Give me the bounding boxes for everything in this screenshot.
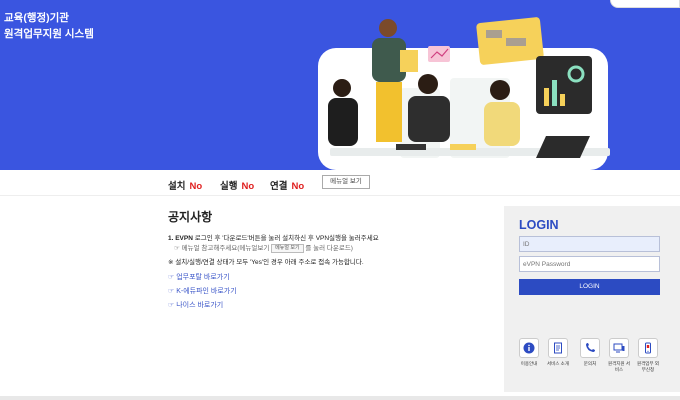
- notice-line-3: ※ 설치/실행/연결 상태가 모두 'Yes'인 경우 아래 주소로 접속 가능…: [168, 259, 364, 266]
- footer-divider: [0, 396, 680, 400]
- service-intro[interactable]: 서비스 소개: [545, 338, 571, 367]
- status-bar: 설치 No 실행 No 연결 No 메뉴얼 보기: [0, 170, 680, 196]
- notice-line-2: ☞ 메뉴얼 참고해주세요(메뉴얼보기 메뉴얼 보기 를 눌러 다운로드): [174, 244, 353, 253]
- login-button[interactable]: LOGIN: [519, 279, 660, 295]
- service-external-apply-label: 원격업무 외부신청: [637, 361, 659, 372]
- team-illustration: [318, 17, 610, 170]
- notice-line-2-suffix: 를 눌러 다운로드): [303, 245, 353, 253]
- system-title: 원격업무지원 시스템: [4, 28, 94, 40]
- header-banner: 교육(행정)기관 원격업무지원 시스템: [0, 0, 680, 170]
- phone-icon: [580, 338, 600, 358]
- run-value: No: [241, 181, 255, 192]
- run-label: 실행: [220, 181, 238, 192]
- notice-line-2-prefix: ☞ 메뉴얼 참고해주세요(메뉴얼보기: [174, 245, 272, 253]
- login-panel: LOGIN LOGIN 이용안내 서비스 소개 문의처 원격지원 서비스 원격업…: [504, 206, 680, 392]
- service-contact[interactable]: 문의처: [577, 338, 603, 367]
- neis-link[interactable]: ☞ 나이스 바로가기: [168, 300, 223, 310]
- notice-title: 공지사항: [168, 210, 213, 224]
- notice-line-1: 1. EVPN 로그인 후 '다운로드'버튼을 눌러 설치하신 후 VPN실행을…: [168, 234, 379, 243]
- connect-status: 연결 No: [270, 178, 304, 192]
- password-input[interactable]: [519, 256, 660, 272]
- service-intro-label: 서비스 소개: [547, 361, 569, 366]
- login-title: LOGIN: [519, 218, 559, 232]
- remote-support-icon: [609, 338, 629, 358]
- id-input[interactable]: [519, 236, 660, 252]
- install-label: 설치: [168, 181, 186, 192]
- service-remote-support-label: 원격지원 서비스: [608, 361, 630, 372]
- service-contact-label: 문의처: [583, 361, 597, 366]
- install-status: 설치 No: [168, 178, 202, 192]
- install-value: No: [189, 181, 203, 192]
- info-icon: [519, 338, 539, 358]
- inline-manual-button[interactable]: 메뉴얼 보기: [271, 244, 304, 253]
- notice-line-1-prefix: 1. EVPN: [168, 235, 195, 242]
- org-title: 교육(행정)기관: [4, 12, 69, 24]
- mobile-apply-icon: [638, 338, 658, 358]
- service-external-apply[interactable]: 원격업무 외부신청: [635, 338, 661, 373]
- service-guide-label: 이용안내: [520, 361, 538, 366]
- connect-label: 연결: [270, 181, 288, 192]
- run-status: 실행 No: [220, 178, 254, 192]
- portal-link[interactable]: ☞ 업무포탈 바로가기: [168, 272, 230, 282]
- top-tab[interactable]: [610, 0, 680, 8]
- manual-view-button[interactable]: 메뉴얼 보기: [322, 175, 370, 189]
- notice-line-1-text: 로그인 후 '다운로드'버튼을 눌러 설치하신 후 VPN실행을 눌러주세요: [194, 235, 379, 242]
- connect-value: No: [291, 181, 305, 192]
- service-remote-support[interactable]: 원격지원 서비스: [606, 338, 632, 373]
- edufine-link[interactable]: ☞ K-에듀파인 바로가기: [168, 286, 237, 296]
- service-guide[interactable]: 이용안내: [516, 338, 542, 367]
- document-icon: [548, 338, 568, 358]
